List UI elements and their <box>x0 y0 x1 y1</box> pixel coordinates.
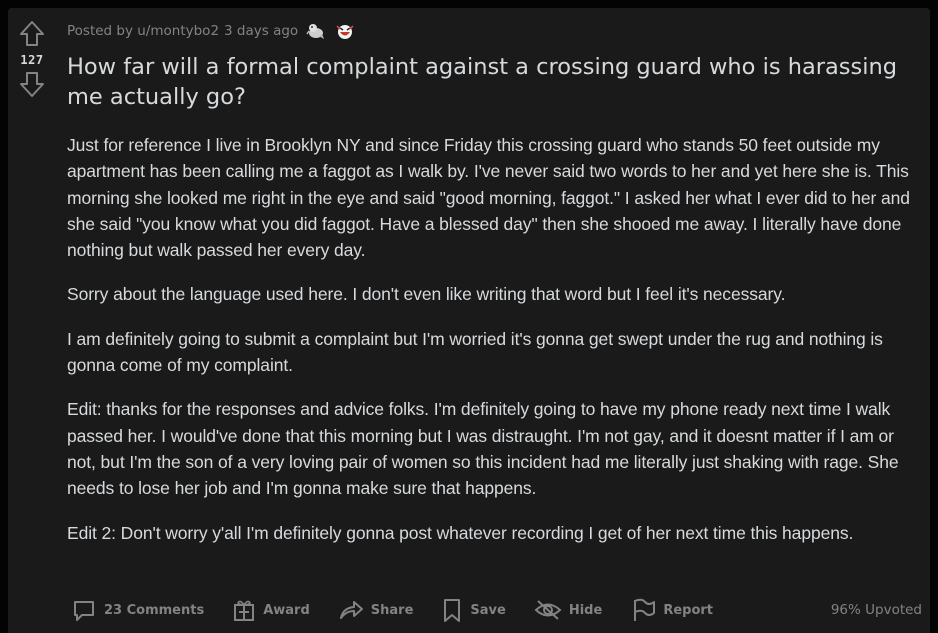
eye-slash-icon <box>534 600 562 620</box>
post-paragraph-4: Edit: thanks for the responses and advic… <box>67 399 899 499</box>
post-action-bar: 23 Comments Award Share Save Hide Report… <box>67 593 922 627</box>
post-paragraph-3: I am definitely going to submit a compla… <box>67 328 883 376</box>
share-arrow-icon <box>339 601 363 619</box>
post-body: Just for reference I live in Brooklyn NY… <box>67 132 917 564</box>
hide-label: Hide <box>568 602 603 618</box>
downvote-button[interactable] <box>18 70 46 98</box>
share-button[interactable]: Share <box>334 593 418 627</box>
post-paragraph-5: Edit 2: Don't worry y'all I'm definitely… <box>67 522 854 543</box>
post-paragraph-1: Just for reference I live in Brooklyn NY… <box>67 135 910 261</box>
upvote-arrow-icon <box>20 21 44 46</box>
vote-score: 127 <box>20 53 44 67</box>
post-card: 127 Posted by u/montybo2 3 days ago How … <box>8 8 930 633</box>
laughing-face-award-icon[interactable] <box>334 22 356 40</box>
save-button[interactable]: Save <box>437 593 509 627</box>
post-paragraph-2: Sorry about the language used here. I do… <box>67 284 786 305</box>
upvote-ratio: 96% Upvoted <box>830 602 922 618</box>
bookmark-icon <box>444 599 461 622</box>
post-title[interactable]: How far will a formal complaint against … <box>67 53 917 112</box>
report-label: Report <box>663 602 714 618</box>
share-label: Share <box>370 602 414 618</box>
post-meta: Posted by u/montybo2 3 days ago <box>67 21 356 41</box>
comment-icon <box>74 601 94 621</box>
post-age[interactable]: 3 days ago <box>224 23 298 39</box>
wholesome-seal-award-icon[interactable] <box>306 22 326 40</box>
gift-icon <box>234 600 255 621</box>
downvote-arrow-icon <box>20 72 44 97</box>
award-label: Award <box>263 602 310 618</box>
posted-by-link[interactable]: Posted by u/montybo2 <box>67 23 219 39</box>
comments-button[interactable]: 23 Comments <box>67 593 208 627</box>
award-button[interactable]: Award <box>228 593 314 627</box>
upvote-button[interactable] <box>18 20 46 48</box>
vote-column: 127 <box>8 8 56 633</box>
report-button[interactable]: Report <box>626 593 717 627</box>
comments-label: 23 Comments <box>104 602 205 618</box>
hide-button[interactable]: Hide <box>530 593 606 627</box>
save-label: Save <box>470 602 506 618</box>
flag-icon <box>634 598 656 621</box>
